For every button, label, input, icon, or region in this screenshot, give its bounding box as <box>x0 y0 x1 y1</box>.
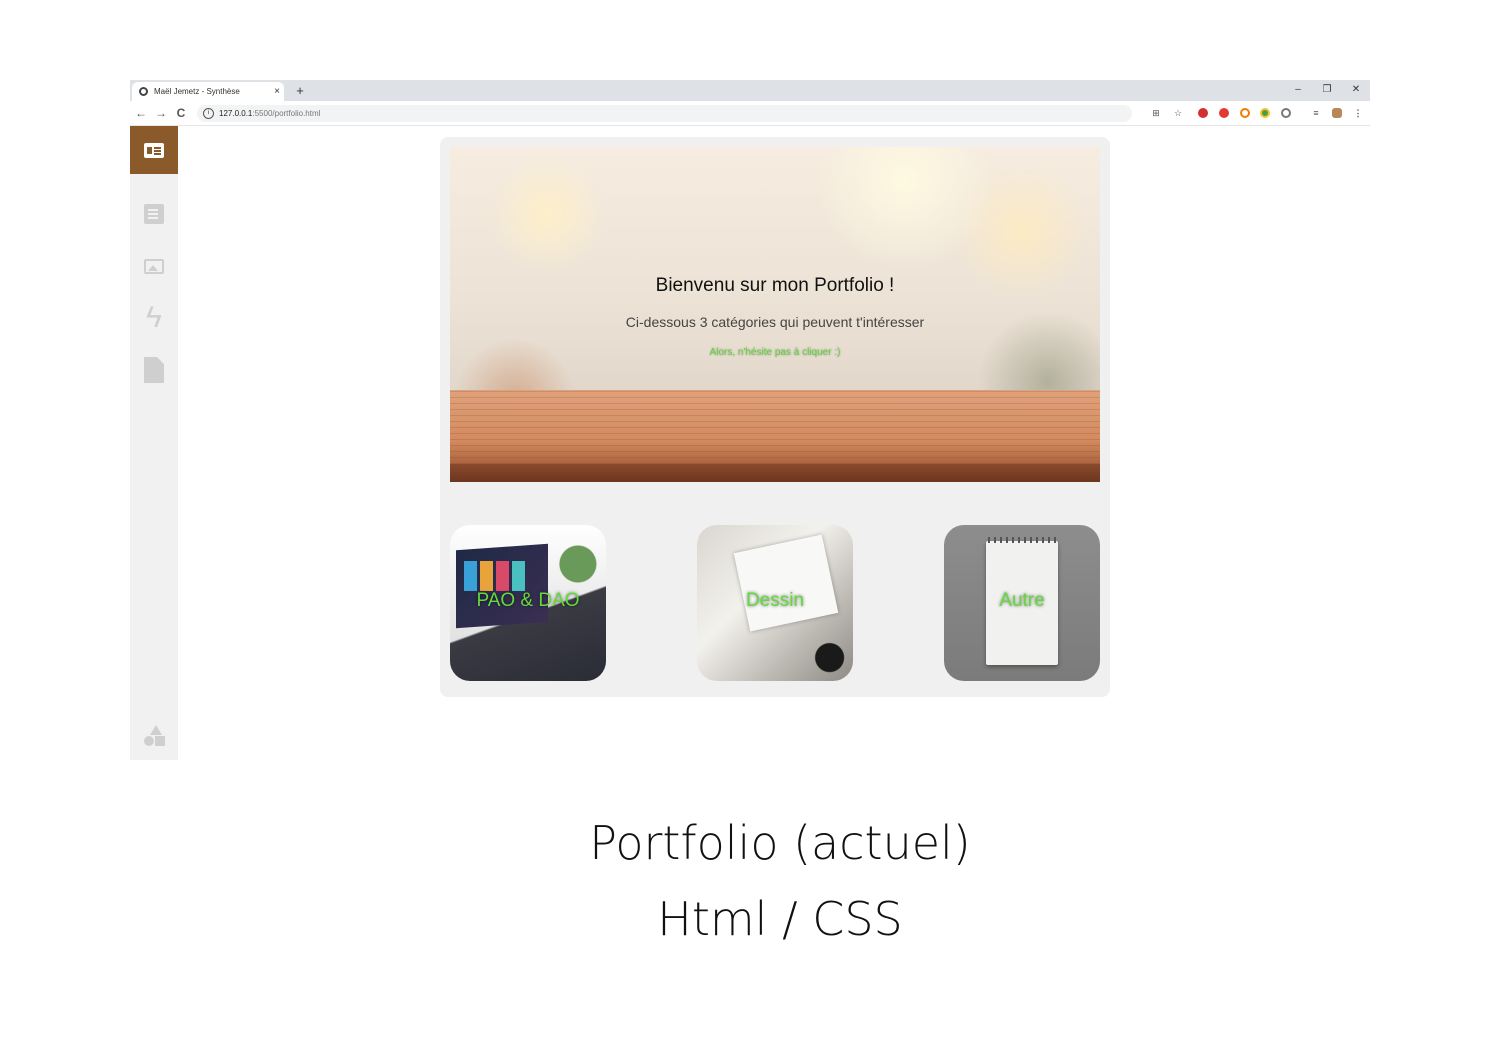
back-button[interactable]: ← <box>133 105 149 121</box>
browser-toolbar: ← → C i 127.0.0.1:5500/portfolio.html ⊞ ☆… <box>130 101 1370 126</box>
bookmark-star-icon[interactable]: ☆ <box>1173 108 1183 118</box>
info-icon[interactable]: i <box>203 108 214 120</box>
tab-strip: Maël Jemetz - Synthèse × + – ❐ ✕ <box>130 80 1370 101</box>
sidebar-item-skills[interactable]: ϟ <box>130 294 178 342</box>
sidebar-item-shapes[interactable] <box>130 712 178 760</box>
sidebar-item-profile[interactable] <box>130 126 178 174</box>
hero-subtitle: Ci-dessous 3 catégories qui peuvent t'in… <box>625 314 925 330</box>
close-tab-icon[interactable]: × <box>270 86 284 97</box>
browser-tab[interactable]: Maël Jemetz - Synthèse × <box>132 82 284 101</box>
opera-extension-icon[interactable] <box>1219 108 1229 118</box>
category-label: Dessin <box>745 590 805 611</box>
new-tab-button[interactable]: + <box>292 82 308 99</box>
window-close-button[interactable]: ✕ <box>1342 82 1370 98</box>
category-label: PAO & DAO <box>476 590 580 611</box>
sketchpad-image <box>733 534 839 632</box>
restore-button[interactable]: ❐ <box>1313 82 1341 98</box>
profile-card-icon <box>144 142 164 158</box>
url-host: 127.0.0.1 <box>219 109 253 118</box>
reload-button[interactable]: C <box>173 105 189 121</box>
translate-icon[interactable]: ⊞ <box>1151 108 1161 118</box>
category-card-autre[interactable]: Autre <box>944 525 1100 681</box>
gallery-icon <box>144 258 164 274</box>
playlist-icon[interactable]: ≡ <box>1311 108 1321 118</box>
document-icon <box>144 204 164 224</box>
circle-extension-icon[interactable] <box>1281 108 1291 118</box>
category-label: Autre <box>999 590 1045 611</box>
address-bar[interactable]: i 127.0.0.1:5500/portfolio.html <box>197 105 1132 122</box>
file-icon <box>144 357 164 383</box>
more-menu-icon[interactable]: ⋮ <box>1353 108 1363 118</box>
browser-window: Maël Jemetz - Synthèse × + – ❐ ✕ ← → C i… <box>130 80 1370 760</box>
globe-icon <box>139 87 148 96</box>
tab-title: Maël Jemetz - Synthèse <box>154 87 240 96</box>
chrome-extension-icon[interactable] <box>1260 108 1270 118</box>
adblock-extension-icon[interactable] <box>1198 108 1208 118</box>
hero-banner: Bienvenu sur mon Portfolio ! Ci-dessous … <box>450 147 1100 482</box>
sidebar-item-gallery[interactable] <box>130 242 178 290</box>
profile-avatar[interactable] <box>1332 108 1342 118</box>
page-sidebar: ϟ <box>130 126 178 760</box>
orange-extension-icon[interactable] <box>1240 108 1250 118</box>
sidebar-item-documents[interactable] <box>130 190 178 238</box>
minimize-button[interactable]: – <box>1284 82 1312 98</box>
bolt-icon: ϟ <box>146 301 162 334</box>
shapes-icon <box>143 725 165 747</box>
category-card-dessin[interactable]: Dessin <box>697 525 853 681</box>
url-path: :5500/portfolio.html <box>252 109 321 118</box>
category-card-pao-dao[interactable]: PAO & DAO <box>450 525 606 681</box>
hero-title: Bienvenu sur mon Portfolio ! <box>655 275 895 296</box>
sidebar-item-files[interactable] <box>130 346 178 394</box>
forward-button[interactable]: → <box>153 105 169 121</box>
hero-hint: Alors, n'hésite pas à cliquer :) <box>709 347 841 358</box>
caption-title: Portfolio (actuel) <box>589 816 971 870</box>
caption-subtitle: Html / CSS <box>657 892 903 946</box>
portfolio-panel: Bienvenu sur mon Portfolio ! Ci-dessous … <box>440 137 1110 697</box>
